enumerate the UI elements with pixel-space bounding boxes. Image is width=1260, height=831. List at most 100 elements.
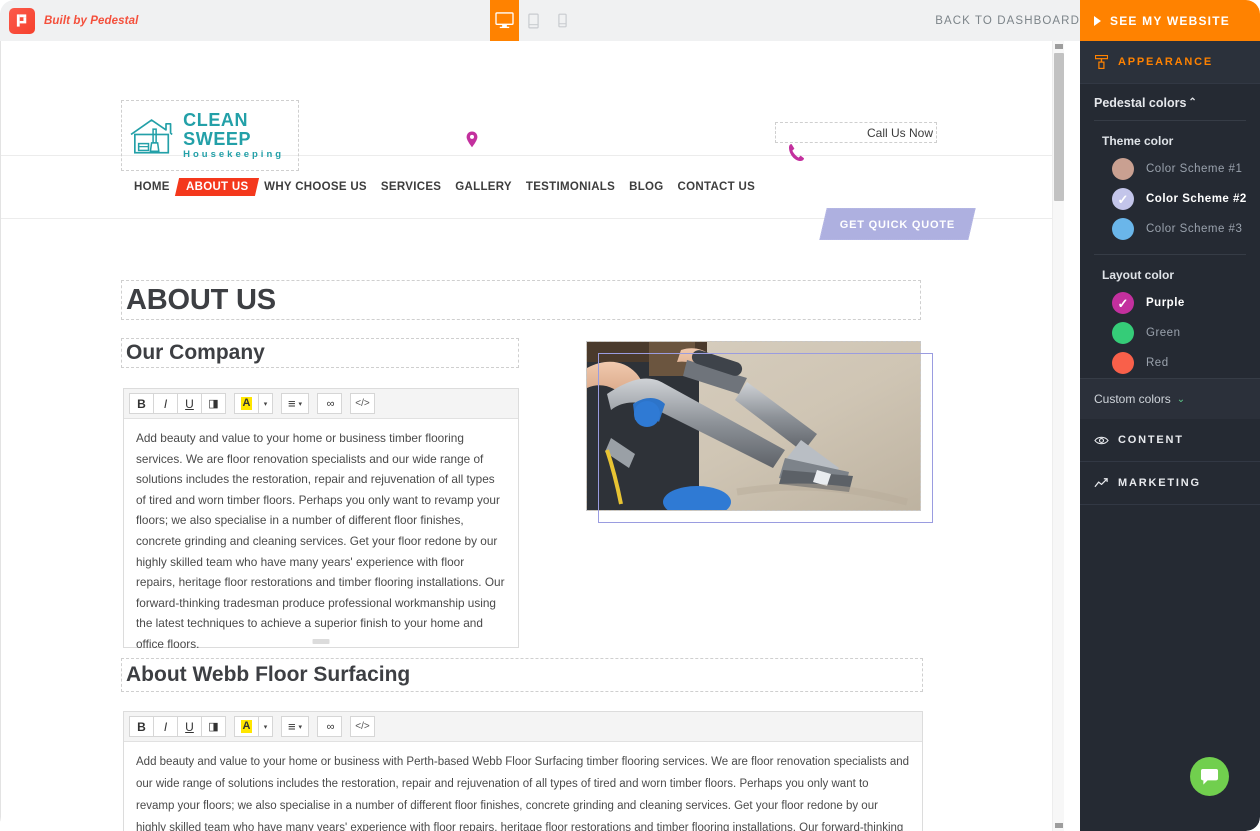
our-company-heading-block[interactable]: Our Company [121,338,519,368]
align-button[interactable]: ≡ ▾ [281,393,309,414]
color-swatch [1112,322,1134,344]
text-color-button[interactable]: A [234,716,259,737]
layout-color-red-label: Red [1146,357,1169,369]
sidebar-section-marketing[interactable]: MARKETING [1080,462,1260,505]
call-us-now-label-box[interactable]: Call Us Now [775,122,937,143]
rich-text-editor-about-webb[interactable]: B I U ◨ A ▾ ≡ ▾ ∞ </> Add beauty and val… [123,711,923,831]
bold-button[interactable]: B [129,393,154,414]
remove-format-icon[interactable]: ◨ [201,393,226,414]
source-code-icon[interactable]: </> [350,393,375,414]
italic-glyph: I [163,719,168,734]
text-color-dropdown-icon[interactable]: ▾ [258,716,273,737]
website-preview-canvas: CLEAN SWEEP Housekeeping Call Us Now HOM… [0,41,1064,831]
theme-color-option-3[interactable]: Color Scheme #3 [1080,214,1260,244]
theme-color-3-label: Color Scheme #3 [1146,223,1243,235]
tablet-icon[interactable] [519,0,548,41]
scrollbar-down-cap[interactable] [1055,823,1063,828]
pedestal-colors-label: Pedestal colors [1094,96,1187,110]
color-swatch [1112,218,1134,240]
page-title-block[interactable]: ABOUT US [121,280,921,320]
italic-button[interactable]: I [153,393,178,414]
nav-item-blog[interactable]: BLOG [622,181,670,193]
nav-item-about-us-label: ABOUT US [185,181,249,193]
toolbar-group-color-2: A ▾ [234,716,273,737]
chat-bubble-icon[interactable] [1190,757,1229,796]
source-code-icon[interactable]: </> [350,716,375,737]
color-swatch [1112,158,1134,180]
scrollbar-up-cap[interactable] [1055,44,1063,49]
layout-color-purple-label: Purple [1146,297,1185,309]
align-glyph: ≡ [287,396,296,411]
link-icon[interactable]: ∞ [317,716,342,737]
sidebar-section-content-label: CONTENT [1118,434,1184,446]
nav-item-about-us[interactable]: ABOUT US [174,178,260,196]
play-triangle-icon [1094,15,1101,26]
toolbar-group-format-2: B I U ◨ [129,716,226,737]
hero-image-block[interactable] [586,341,921,511]
nav-item-contact-us[interactable]: CONTACT US [671,181,763,193]
check-icon: ✓ [1117,295,1129,311]
text-color-glyph: A [240,397,253,410]
canvas-scrollbar[interactable] [1052,41,1064,831]
site-header: CLEAN SWEEP Housekeeping Call Us Now [1,41,1052,171]
italic-glyph: I [163,396,168,411]
editor-toolbar: B I U ◨ A ▾ ≡ ▾ ∞ </> [124,389,518,419]
scrollbar-thumb[interactable] [1054,53,1064,201]
nav-item-gallery[interactable]: GALLERY [448,181,519,193]
toolbar-group-link: ∞ [317,393,342,414]
nav-item-services[interactable]: SERVICES [374,181,448,193]
paint-roller-icon [1094,55,1109,69]
nav-item-testimonials[interactable]: TESTIMONIALS [519,181,622,193]
toolbar-group-code: </> [350,393,375,414]
chevron-up-icon: ⌃ [1188,96,1197,108]
underline-button[interactable]: U [177,716,202,737]
get-quick-quote-button[interactable]: GET QUICK QUOTE [819,208,976,240]
text-color-button[interactable]: A [234,393,259,414]
theme-color-option-1[interactable]: Color Scheme #1 [1080,154,1260,184]
nav-item-why-choose-us[interactable]: WHY CHOOSE US [257,181,374,193]
toolbar-group-align-2: ≡ ▾ [281,716,309,737]
sidebar-section-content[interactable]: CONTENT [1080,419,1260,462]
nav-item-home[interactable]: HOME [127,181,177,193]
layout-color-option-red[interactable]: Red [1080,348,1260,378]
pedestal-colors-toggle[interactable]: Pedestal colors ⌃ [1080,84,1260,120]
rich-text-editor-our-company[interactable]: B I U ◨ A ▾ ≡ ▾ ∞ </> Add beauty and val… [123,388,519,651]
trend-line-icon [1094,477,1109,489]
align-caret-glyph: ▾ [298,400,303,408]
remove-format-icon[interactable]: ◨ [201,716,226,737]
editor-body-our-company[interactable]: Add beauty and value to your home or bus… [124,419,518,655]
align-button[interactable]: ≡ ▾ [281,716,309,737]
appearance-panel: Pedestal colors ⌃ Theme color Color Sche… [1080,84,1260,378]
layout-color-option-green[interactable]: Green [1080,318,1260,348]
link-glyph: ∞ [326,397,335,410]
custom-colors-label: Custom colors [1094,392,1171,406]
see-my-website-button[interactable]: SEE MY WEBSITE [1080,0,1260,41]
underline-button[interactable]: U [177,393,202,414]
caret-glyph: ▾ [263,723,268,731]
house-broom-icon [130,118,173,154]
text-color-glyph: A [240,720,253,733]
theme-color-option-2[interactable]: ✓ Color Scheme #2 [1080,184,1260,214]
mobile-icon[interactable] [548,0,577,41]
custom-colors-toggle[interactable]: Custom colors ⌄ [1080,378,1260,419]
back-to-dashboard-button[interactable]: BACK TO DASHBOARD [935,0,1080,41]
carpet-cleaning-photo [587,342,920,510]
layout-color-green-label: Green [1146,327,1181,339]
page-title: ABOUT US [126,283,276,316]
italic-button[interactable]: I [153,716,178,737]
toolbar-group-color: A ▾ [234,393,273,414]
pedestal-logo-icon [9,7,35,34]
text-color-dropdown-icon[interactable]: ▾ [258,393,273,414]
logo-text: CLEAN SWEEP Housekeeping [183,109,292,161]
editor-body-about-webb[interactable]: Add beauty and value to your home or bus… [124,742,922,831]
link-icon[interactable]: ∞ [317,393,342,414]
check-icon: ✓ [1117,191,1129,207]
bold-button[interactable]: B [129,716,154,737]
website-page: CLEAN SWEEP Housekeeping Call Us Now HOM… [0,41,1052,831]
logo-title: CLEAN SWEEP [183,109,252,149]
about-webb-heading-block[interactable]: About Webb Floor Surfacing [121,658,923,692]
layout-color-option-purple[interactable]: ✓ Purple [1080,288,1260,318]
sidebar-section-appearance[interactable]: APPEARANCE [1080,41,1260,84]
editor-resize-handle[interactable] [312,639,330,644]
desktop-icon[interactable] [490,0,519,41]
